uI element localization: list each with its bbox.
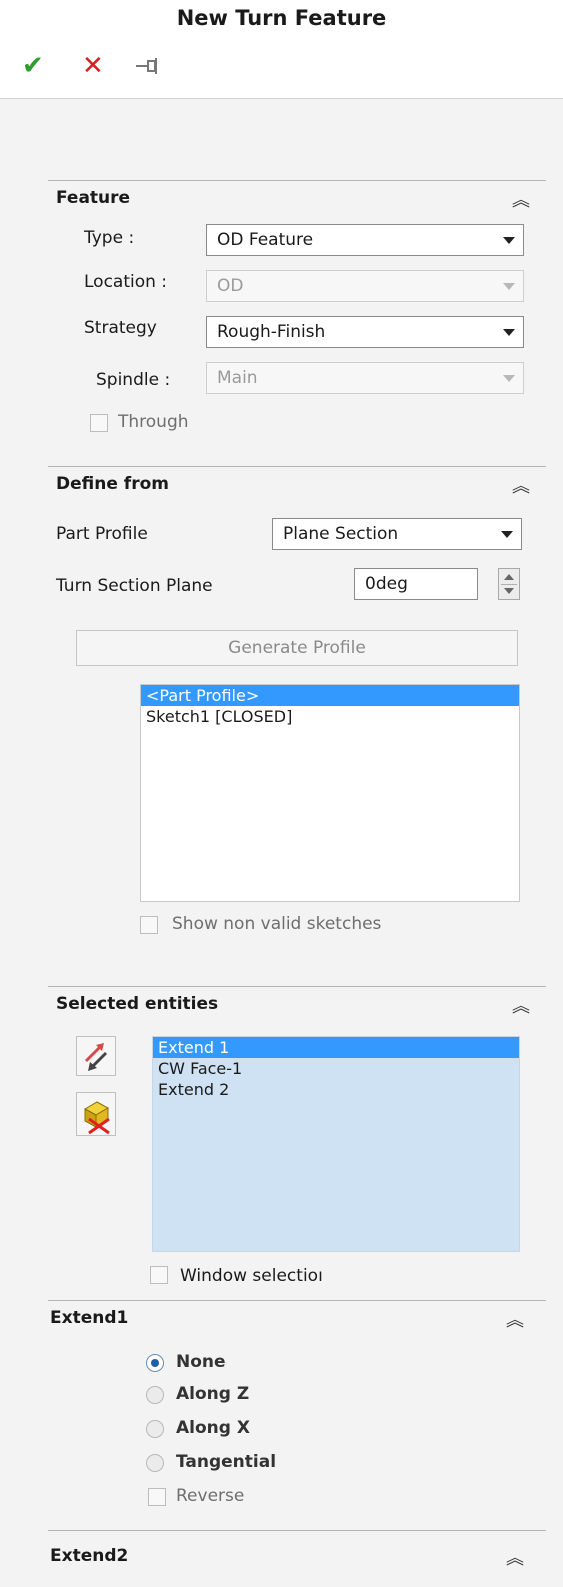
section-divider — [48, 986, 546, 987]
strategy-label: Strategy — [84, 318, 157, 338]
swap-direction-button[interactable] — [76, 1036, 116, 1076]
along-z-radio[interactable] — [146, 1386, 164, 1404]
window-title: New Turn Feature — [176, 6, 387, 30]
collapse-chevron-icon[interactable]: ︽ — [512, 992, 530, 1018]
list-item[interactable]: Extend 2 — [153, 1079, 519, 1100]
section-divider — [48, 1300, 546, 1301]
tangential-radio-label: Tangential — [176, 1452, 277, 1472]
window-selection-checkbox[interactable] — [150, 1266, 168, 1284]
check-icon[interactable]: ✔ — [22, 52, 44, 80]
feature-section-title[interactable]: Feature — [56, 188, 130, 208]
collapse-chevron-icon[interactable]: ︽ — [506, 1544, 524, 1570]
strategy-dropdown[interactable]: Rough-Finish — [206, 316, 524, 348]
part-profile-dropdown[interactable]: Plane Section — [272, 518, 522, 550]
chevron-down-icon — [503, 283, 515, 290]
spin-up-icon[interactable] — [504, 574, 514, 580]
window-selection-label: Window selectioı — [180, 1266, 323, 1286]
extend2-section-title[interactable]: Extend2 — [50, 1546, 128, 1566]
show-non-valid-label: Show non valid sketches — [172, 914, 382, 934]
collapse-chevron-icon[interactable]: ︽ — [506, 1306, 524, 1332]
section-divider — [48, 180, 546, 181]
through-label: Through — [118, 412, 189, 432]
chevron-down-icon — [503, 329, 515, 336]
location-value: OD — [217, 276, 244, 296]
selected-entities-list[interactable]: Extend 1 CW Face-1 Extend 2 — [152, 1036, 520, 1252]
section-divider — [48, 466, 546, 467]
spinner-divider — [501, 584, 517, 585]
strategy-value: Rough-Finish — [217, 322, 326, 342]
generate-profile-button[interactable]: Generate Profile — [76, 630, 518, 666]
along-z-radio-label: Along Z — [176, 1384, 250, 1404]
chevron-down-icon — [503, 237, 515, 244]
extend1-section-title[interactable]: Extend1 — [50, 1308, 128, 1328]
collapse-chevron-icon[interactable]: ︽ — [512, 472, 530, 498]
profile-list[interactable]: <Part Profile> Sketch1 [CLOSED] — [140, 684, 520, 902]
collapse-chevron-icon[interactable]: ︽ — [512, 186, 530, 212]
delete-face-icon — [83, 1101, 110, 1135]
type-value: OD Feature — [217, 230, 314, 250]
location-dropdown[interactable]: OD — [206, 270, 524, 302]
section-divider — [48, 1530, 546, 1531]
part-profile-value: Plane Section — [283, 524, 399, 544]
along-x-radio-label: Along X — [176, 1418, 250, 1438]
selected-entities-section-title[interactable]: Selected entities — [56, 994, 218, 1014]
angle-spinner[interactable] — [498, 568, 520, 600]
delete-selection-button[interactable] — [76, 1092, 116, 1136]
location-label: Location : — [84, 272, 168, 292]
chevron-down-icon — [503, 375, 515, 382]
define-from-section-title[interactable]: Define from — [56, 474, 169, 494]
through-checkbox[interactable] — [90, 414, 108, 432]
tangential-radio[interactable] — [146, 1454, 164, 1472]
along-x-radio[interactable] — [146, 1420, 164, 1438]
part-profile-label: Part Profile — [56, 524, 148, 544]
swap-arrows-icon — [84, 1043, 108, 1071]
list-item[interactable]: Sketch1 [CLOSED] — [141, 706, 519, 727]
list-item[interactable]: <Part Profile> — [141, 685, 519, 706]
turn-section-plane-label: Turn Section Plane — [56, 576, 213, 596]
turn-section-plane-input[interactable]: 0deg — [354, 568, 478, 600]
none-radio-label: None — [176, 1352, 226, 1372]
pushpin-icon[interactable] — [134, 52, 164, 86]
chevron-down-icon — [501, 531, 513, 538]
spindle-value: Main — [217, 368, 258, 388]
reverse-checkbox[interactable] — [148, 1488, 166, 1506]
type-label: Type : — [84, 228, 135, 248]
list-item[interactable]: Extend 1 — [153, 1037, 519, 1058]
turn-section-plane-value: 0deg — [365, 574, 408, 594]
spindle-label: Spindle : — [96, 370, 171, 390]
list-item[interactable]: CW Face-1 — [153, 1058, 519, 1079]
spindle-dropdown[interactable]: Main — [206, 362, 524, 394]
close-icon[interactable]: ✕ — [82, 52, 104, 80]
spin-down-icon[interactable] — [504, 588, 514, 594]
none-radio[interactable] — [146, 1354, 164, 1372]
type-dropdown[interactable]: OD Feature — [206, 224, 524, 256]
reverse-label: Reverse — [176, 1486, 245, 1506]
show-non-valid-checkbox[interactable] — [140, 916, 158, 934]
